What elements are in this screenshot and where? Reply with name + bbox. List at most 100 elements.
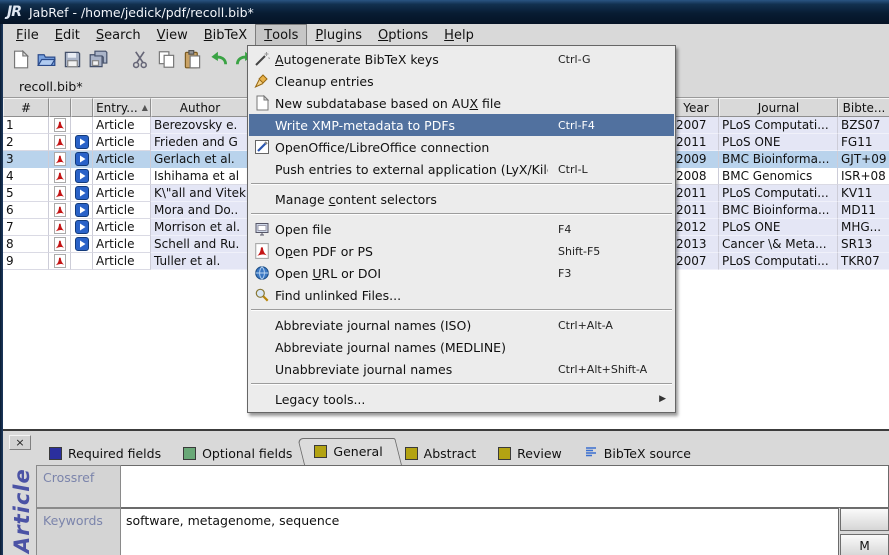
- year-cell: 2013: [673, 236, 719, 253]
- tools-menu-popup: Autogenerate BibTeX keys Ctrl-G Cleanup en…: [247, 45, 676, 413]
- close-editor-button[interactable]: ×: [9, 435, 31, 450]
- external-link-icon[interactable]: [75, 220, 89, 234]
- bibtexkey-cell: ISR+08: [838, 168, 889, 185]
- menu-item-label: New subdatabase based on AUX file: [275, 96, 548, 111]
- menu-item-abbreviate-journal-names-medline[interactable]: Abbreviate journal names (MEDLINE): [249, 336, 674, 358]
- menu-help[interactable]: Help: [436, 24, 482, 46]
- menu-tools[interactable]: Tools: [255, 24, 307, 46]
- menu-item-push-entries-to-external-application-lyx-kile[interactable]: Push entries to external application (Ly…: [249, 158, 674, 180]
- column-header-bibte[interactable]: Bibte...: [838, 98, 889, 117]
- pdf-file-icon[interactable]: [54, 169, 66, 183]
- save-all-button[interactable]: [85, 48, 111, 72]
- menu-item-label: Abbreviate journal names (ISO): [275, 318, 548, 333]
- external-link-icon[interactable]: [75, 203, 89, 217]
- menu-item-unabbreviate-journal-names[interactable]: Unabbreviate journal namesCtrl+Alt+Shift…: [249, 358, 674, 380]
- play-cell: [71, 202, 93, 219]
- shortcut-label: Ctrl-L: [558, 163, 666, 176]
- author-cell: K\"all and Vitek: [151, 185, 249, 202]
- search-icon: [249, 287, 275, 303]
- menu-bibtex[interactable]: BibTeX: [196, 24, 255, 46]
- tab-optional-fields[interactable]: Optional fields: [173, 441, 312, 465]
- keywords-side-button-2[interactable]: M: [840, 534, 889, 555]
- pdf-cell: [49, 168, 71, 185]
- menu-view[interactable]: View: [149, 24, 196, 46]
- menu-item-open-pdf-or-ps[interactable]: Open PDF or PSShift-F5: [249, 240, 674, 262]
- column-header-2[interactable]: [71, 98, 93, 117]
- file-tab[interactable]: recoll.bib*: [7, 75, 105, 97]
- menu-item-label: Open file: [275, 222, 548, 237]
- editor-fields: CrossrefKeywordssoftware, metagenome, se…: [36, 465, 889, 555]
- pdf-file-icon[interactable]: [54, 203, 66, 217]
- menu-file[interactable]: File: [8, 24, 47, 46]
- external-link-icon[interactable]: [75, 135, 89, 149]
- menu-item-open-url-or-doi[interactable]: Open URL or DOIF3: [249, 262, 674, 284]
- menu-item-manage-content-selectors[interactable]: Manage content selectors: [249, 188, 674, 210]
- bibtexkey-cell: KV11: [838, 185, 889, 202]
- field-input-crossref[interactable]: [121, 465, 889, 508]
- row-number: 2: [3, 134, 49, 151]
- year-cell: 2011: [673, 134, 719, 151]
- menu-item-label: Find unlinked Files...: [275, 288, 548, 303]
- tab-bibtex-source[interactable]: BibTeX source: [574, 441, 711, 465]
- menu-item-find-unlinked-files[interactable]: Find unlinked Files...: [249, 284, 674, 306]
- new-database-button[interactable]: [7, 48, 33, 72]
- pdf-file-icon[interactable]: [54, 220, 66, 234]
- external-link-icon[interactable]: [75, 237, 89, 251]
- undo-button[interactable]: [205, 48, 231, 72]
- tab-abstract[interactable]: Abstract: [395, 441, 496, 465]
- entry-type: Article: [93, 202, 151, 219]
- close-icon: ×: [15, 436, 24, 449]
- pdf-file-icon[interactable]: [54, 254, 66, 268]
- play-cell: [71, 185, 93, 202]
- row-number: 9: [3, 253, 49, 270]
- shortcut-label: F4: [558, 223, 666, 236]
- tab-required-fields[interactable]: Required fields: [39, 441, 181, 465]
- tab-general[interactable]: General: [304, 438, 402, 465]
- cut-button[interactable]: [127, 48, 153, 72]
- field-input-keywords[interactable]: software, metagenome, sequence: [121, 508, 839, 555]
- menu-item-write-xmp-metadata-to-pdfs[interactable]: Write XMP-metadata to PDFsCtrl-F4: [249, 114, 674, 136]
- menu-edit[interactable]: Edit: [47, 24, 88, 46]
- menu-item-cleanup-entries[interactable]: Cleanup entries: [249, 70, 674, 92]
- menu-item-open-file[interactable]: Open file F4: [249, 218, 674, 240]
- external-link-icon[interactable]: [75, 169, 89, 183]
- external-link-icon[interactable]: [75, 186, 89, 200]
- menu-search[interactable]: Search: [88, 24, 149, 46]
- paste-button[interactable]: [179, 48, 205, 72]
- pdf-file-icon[interactable]: [54, 237, 66, 251]
- shortcut-label: Ctrl-G: [558, 53, 666, 66]
- menu-item-label: Autogenerate BibTeX keys: [275, 52, 548, 67]
- pdf-cell: [49, 202, 71, 219]
- column-header-1[interactable]: [49, 98, 71, 117]
- external-link-icon[interactable]: [75, 152, 89, 166]
- column-header-entry[interactable]: Entry...▲: [93, 98, 151, 117]
- tab-color-square: [49, 447, 62, 460]
- field-label-crossref: Crossref: [36, 465, 121, 508]
- field-row-keywords: Keywordssoftware, metagenome, sequence: [36, 508, 889, 555]
- column-header-journal[interactable]: Journal: [719, 98, 838, 117]
- menu-item-autogenerate-bibtex-keys[interactable]: Autogenerate BibTeX keys Ctrl-G: [249, 48, 674, 70]
- menu-item-label: Push entries to external application (Ly…: [275, 162, 548, 177]
- menu-item-openoffice-libreoffice-connection[interactable]: OpenOffice/LibreOffice connection: [249, 136, 674, 158]
- copy-button[interactable]: [153, 48, 179, 72]
- menu-plugins[interactable]: Plugins: [307, 24, 370, 46]
- column-header-author[interactable]: Author: [151, 98, 249, 117]
- entry-type: Article: [93, 185, 151, 202]
- pdf-file-icon[interactable]: [54, 135, 66, 149]
- menu-item-abbreviate-journal-names-iso[interactable]: Abbreviate journal names (ISO)Ctrl+Alt-A: [249, 314, 674, 336]
- pdf-file-icon[interactable]: [54, 118, 66, 132]
- year-cell: 2011: [673, 202, 719, 219]
- pdf-file-icon[interactable]: [54, 152, 66, 166]
- tab-review[interactable]: Review: [488, 441, 582, 465]
- keywords-side-button-1[interactable]: [840, 508, 889, 531]
- column-header-year[interactable]: Year: [673, 98, 719, 117]
- column-header-[interactable]: #: [3, 98, 49, 117]
- open-database-button[interactable]: [33, 48, 59, 72]
- bibtexkey-cell: BZS07: [838, 117, 889, 134]
- menu-item-legacy-tools[interactable]: Legacy tools...▶: [249, 388, 674, 410]
- menu-item-new-subdatabase-based-on-aux-file[interactable]: New subdatabase based on AUX file: [249, 92, 674, 114]
- save-database-button[interactable]: [59, 48, 85, 72]
- menu-options[interactable]: Options: [370, 24, 436, 46]
- pdf-file-icon[interactable]: [54, 186, 66, 200]
- editor-tab-bar: Required fieldsOptional fieldsGeneralAbs…: [39, 438, 703, 465]
